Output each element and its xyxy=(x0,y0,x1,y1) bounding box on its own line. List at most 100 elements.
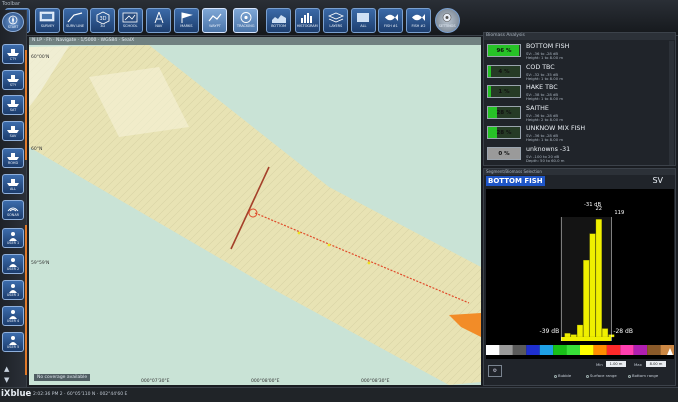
fish-icon xyxy=(384,14,398,21)
toolbar-button-label: MARKS xyxy=(180,24,193,28)
toolbar-button-survey[interactable]: SURVEY xyxy=(34,8,60,33)
species-row[interactable]: 96 % BOTTOM FISH SV: -36 to -28 dB Height: … xyxy=(486,41,668,61)
toolbar-button-fish2[interactable]: FISH #2 xyxy=(405,8,431,33)
sidebar-item-label: USER 4 xyxy=(6,319,20,323)
species-percent-bar: 96 % xyxy=(487,44,521,57)
toolbar-button-settings[interactable]: SETTINGS xyxy=(434,8,460,33)
max-height-field[interactable]: 8.00 m xyxy=(646,361,666,367)
histogram-footer: Min 1.00 m Max 8.00 m Bubble Surface ran… xyxy=(486,361,674,385)
species-row[interactable]: 28 % SAITHE SV: -36 to -28 dB Height: 2 to … xyxy=(486,103,668,123)
lat-label: 60°N xyxy=(31,147,43,152)
species-row[interactable]: 28 % UNKNOW MIX FISH SV: -36 to -28 dB Heig… xyxy=(486,123,668,143)
max-label: Max xyxy=(634,362,642,367)
sidebar-item-user-5[interactable]: USER 5 xyxy=(2,332,24,352)
toolbar-button-all[interactable]: ALL xyxy=(350,8,376,33)
toolbar-button-fish1[interactable]: FISH #1 xyxy=(378,8,404,33)
svg-text:3D: 3D xyxy=(99,16,106,22)
palette-swatch xyxy=(499,345,513,355)
sidebar-item-cty[interactable]: CTY xyxy=(2,44,24,64)
sidebar-item-sat[interactable]: SAT xyxy=(2,95,24,115)
toolbar-button-label: SURV LINE xyxy=(66,24,84,28)
toolbar-button-label: HISTOGRAM xyxy=(296,24,318,28)
sidebar-item-rohd[interactable]: ROHD xyxy=(2,148,24,168)
sidebar-item-label: USER 5 xyxy=(6,345,20,349)
toolbar-button-echogram[interactable]: HISTOGRAM xyxy=(294,8,320,33)
layers-icon xyxy=(327,12,344,23)
min-height-field[interactable]: 1.00 m xyxy=(606,361,626,367)
sidebar-item-label: SAV xyxy=(9,134,17,138)
sidebar-item-sty[interactable]: STY xyxy=(2,70,24,90)
user-icon xyxy=(9,284,17,293)
screen-icon xyxy=(40,11,55,22)
scroll-down-icon[interactable]: ▼ xyxy=(4,376,9,384)
sidebar-item-user-1[interactable]: USER 1 xyxy=(2,228,24,248)
species-percent-text: 28 % xyxy=(496,130,512,136)
option-surface-range[interactable]: Surface range xyxy=(586,373,617,378)
sidebar-item-label: ALL xyxy=(9,187,17,191)
map-view[interactable]: N LP · Fh · Navigate · 1/5000 · WGS84 · … xyxy=(29,37,481,385)
toolbar-button-draw[interactable]: NAV xyxy=(146,8,172,33)
species-height-range: Height: 2 to 8.00 m xyxy=(526,116,564,122)
lon-label: 000°08'30"E xyxy=(361,379,390,384)
toolbar-button-label: FISH #1 xyxy=(383,24,398,28)
species-percent-bar: 0 % xyxy=(487,146,521,160)
gear-icon xyxy=(442,13,452,22)
toolbar-button-label: SURVEY xyxy=(40,24,55,28)
species-name: COD TBC xyxy=(526,63,555,71)
toolbar-button-tracking[interactable]: TRACKING xyxy=(233,8,259,33)
user-icon xyxy=(9,232,17,241)
toolbar-button-marks[interactable]: MARKS xyxy=(173,8,199,33)
option-bubble[interactable]: Bubble xyxy=(554,373,571,378)
toolbar-button-label: SCHOOL xyxy=(122,24,138,28)
toolbar-button-label: TRACKING xyxy=(236,24,255,28)
option-bottom-range[interactable]: Bottom range xyxy=(628,373,658,378)
sv-histogram-chart[interactable]: -39 dB -28 dB-31 dB22119 xyxy=(486,189,674,359)
palette-swatch xyxy=(633,345,648,355)
histogram-settings-icon[interactable]: ⚙ xyxy=(488,365,502,377)
scroll-up-icon[interactable]: ▲ xyxy=(4,365,9,373)
species-row[interactable]: 0 % unknowns -31 SV: -100 to 20 dB Depth: 5… xyxy=(486,144,668,164)
sidebar-item-all[interactable]: ALL xyxy=(2,174,24,194)
toolbar-button-label: LAYERS xyxy=(329,24,343,28)
sidebar-item-label: CTY xyxy=(9,57,17,61)
palette-swatch xyxy=(553,345,567,355)
toolbar-button-survey-2[interactable]: SURV LINE xyxy=(62,8,88,33)
species-scrollbar[interactable] xyxy=(669,41,674,165)
toolbar-button-3d[interactable]: 3D 3D xyxy=(90,8,116,33)
species-height-range: Height: 1 to 8.00 m xyxy=(526,55,564,60)
species-percent-bar: 1 % xyxy=(487,85,521,98)
sidebar-item-user-4[interactable]: USER 4 xyxy=(2,306,24,326)
compass-icon xyxy=(154,11,164,24)
species-row[interactable]: 1 % HAKE TBC SV: -38 to -28 dB Height: 1 to… xyxy=(486,82,668,102)
species-percent-text: 96 % xyxy=(496,48,512,54)
histogram-title: BOTTOM FISH xyxy=(486,176,545,186)
range-marker-label: -39 dB xyxy=(540,328,560,335)
species-percent-text: 28 % xyxy=(496,109,512,116)
sidebar-item-sav[interactable]: SAV xyxy=(2,121,24,141)
sidebar-item-label: SONAR xyxy=(6,213,20,217)
sidebar-item-label: USER 2 xyxy=(6,267,20,271)
start-button[interactable]: START xyxy=(2,12,24,32)
toolbar-button-school[interactable]: SCHOOL xyxy=(117,8,143,33)
map-header: N LP · Fh · Navigate · 1/5000 · WGS84 · … xyxy=(29,37,481,45)
fish-detection-marker xyxy=(327,243,331,247)
ship-icon xyxy=(7,49,19,56)
histogram-base-band xyxy=(561,337,612,341)
species-height-range: Height: 1 to 8.00 m xyxy=(526,75,564,81)
toolbar-button-layers[interactable]: LAYERS xyxy=(323,8,349,33)
status-bar: iXblue 2:02:36 PM 2 · 60°05'110 N · 002°… xyxy=(0,387,678,402)
species-height-range: Height: 1 to 8.00 m xyxy=(526,137,564,142)
histogram-bar xyxy=(570,334,577,338)
toolbar-button-waypoints[interactable]: WAYPT xyxy=(202,8,228,33)
species-row[interactable]: 4 % COD TBC SV: -32 to -35 dB Height: 1 to … xyxy=(486,62,668,82)
species-name: unknowns -31 xyxy=(526,145,571,153)
sidebar-item-label: SAT xyxy=(9,108,17,112)
app-window: Toolbar NAVIGSURVEYSURV LINE3D3DSCHOOLNA… xyxy=(0,0,678,402)
window-label: Toolbar xyxy=(2,1,21,7)
sidebar-item-user-2[interactable]: USER 2 xyxy=(2,254,24,274)
sidebar-item-label: ROHD xyxy=(7,161,19,165)
sidebar-item-user-3[interactable]: USER 3 xyxy=(2,280,24,300)
sidebar-item-sonar[interactable]: SONAR xyxy=(2,200,24,220)
toolbar-button-bottom[interactable]: BOTTOM xyxy=(266,8,292,33)
sidebar-accent-bar xyxy=(25,50,27,160)
